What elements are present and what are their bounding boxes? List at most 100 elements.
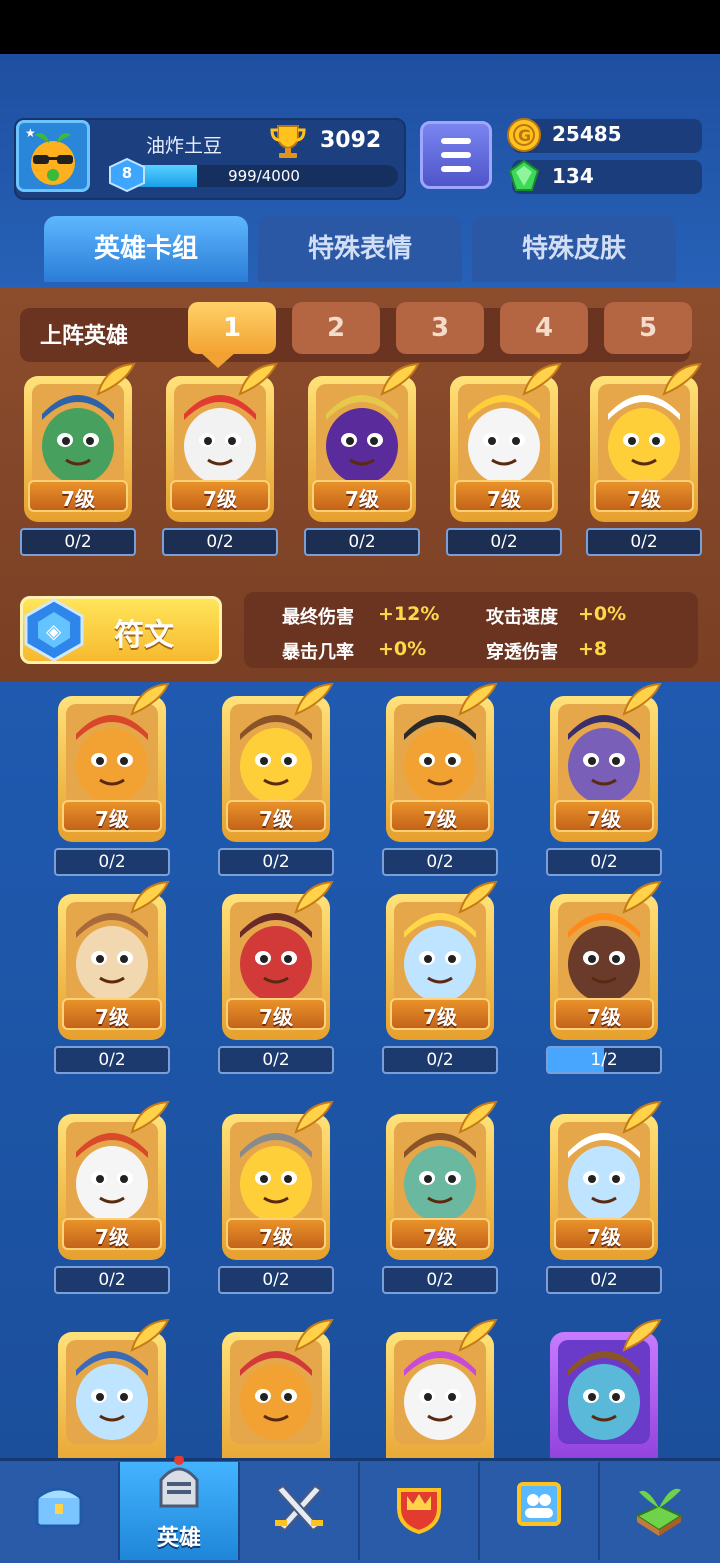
stat-label-crit-chance: 暴击几率 bbox=[282, 642, 354, 663]
card-level: 7级 bbox=[95, 807, 129, 831]
card-progress-text: 0/2 bbox=[348, 532, 376, 552]
card-progress-text: 1/2 bbox=[590, 1050, 618, 1070]
svg-text:G: G bbox=[518, 126, 531, 145]
hero-card-zeus-hero[interactable]: 7级 0/2 bbox=[380, 880, 500, 1074]
deck-slot-2[interactable]: 2 bbox=[292, 302, 380, 354]
card-progress-text: 0/2 bbox=[98, 1050, 126, 1070]
hero-card-clown-hero[interactable]: 7级 0/2 bbox=[160, 362, 280, 556]
gem-count: 134 bbox=[552, 164, 594, 188]
monkey-king-hero-portrait-icon bbox=[66, 704, 158, 808]
gold-leaf-ornament-icon bbox=[294, 1318, 334, 1352]
nav-item-knight-helmet[interactable]: 英雄 bbox=[120, 1456, 238, 1560]
gold-leaf-ornament-icon bbox=[294, 1100, 334, 1134]
gold-leaf-ornament-icon bbox=[458, 1100, 498, 1134]
nav-divider bbox=[238, 1462, 240, 1560]
gold-leaf-ornament-icon bbox=[622, 1318, 662, 1352]
card-level: 7级 bbox=[423, 1005, 457, 1029]
menu-icon-line bbox=[441, 166, 471, 172]
card-level: 7级 bbox=[587, 807, 621, 831]
card-level: 7级 bbox=[203, 487, 237, 511]
gold-leaf-ornament-icon bbox=[380, 362, 420, 396]
hero-card-cowboy-hero[interactable]: 7级 0/2 bbox=[216, 682, 336, 876]
spartan-hero-portrait-icon bbox=[230, 1340, 322, 1444]
trophy-count: 3092 bbox=[320, 128, 382, 153]
gold-leaf-ornament-icon bbox=[130, 880, 170, 914]
nav-divider bbox=[598, 1462, 600, 1560]
gold-leaf-ornament-icon bbox=[294, 682, 334, 716]
gem-icon bbox=[508, 159, 540, 191]
card-level: 7级 bbox=[345, 487, 379, 511]
hero-card-ninja-hero[interactable]: 7级 0/2 bbox=[380, 682, 500, 876]
bandit-hero-portrait-icon bbox=[394, 1122, 486, 1226]
card-level: 7级 bbox=[587, 1005, 621, 1029]
hero-card-minotaur-hero[interactable]: 7级 0/2 bbox=[52, 880, 172, 1074]
hero-card-magma-golem-hero[interactable]: 7级 1/2 bbox=[544, 880, 664, 1074]
player-name: 油炸土豆 bbox=[146, 135, 223, 157]
card-level: 7级 bbox=[95, 1225, 129, 1249]
hero-card-detective-hero[interactable]: 7级 0/2 bbox=[216, 880, 336, 1074]
hero-card-assassin-hero[interactable]: 7级 0/2 bbox=[52, 1100, 172, 1294]
gold-leaf-ornament-icon bbox=[294, 880, 334, 914]
tab-hero-deck[interactable]: 英雄卡组 bbox=[44, 216, 248, 282]
hero-card-chef-hero[interactable]: 7级 0/2 bbox=[584, 362, 704, 556]
gold-leaf-ornament-icon bbox=[238, 362, 278, 396]
hero-card-ghost-hero[interactable]: 7级 0/2 bbox=[444, 362, 564, 556]
menu-button[interactable] bbox=[420, 121, 492, 189]
treasure-chest-icon bbox=[35, 1487, 83, 1528]
card-level: 7级 bbox=[259, 1225, 293, 1249]
hero-card-mage-hero[interactable]: 7级 0/2 bbox=[302, 362, 422, 556]
nav-item-shield-crown[interactable] bbox=[360, 1462, 478, 1560]
nav-divider bbox=[358, 1462, 360, 1560]
skull-hero-portrait-icon bbox=[394, 1340, 486, 1444]
clown-hero-portrait-icon bbox=[174, 384, 266, 488]
chef-hero-portrait-icon bbox=[598, 384, 690, 488]
stat-label-pierce-damage: 穿透伤害 bbox=[486, 642, 558, 663]
stat-label-attack-speed: 攻击速度 bbox=[486, 607, 558, 628]
cowboy-hero-portrait-icon bbox=[230, 704, 322, 808]
hero-card-yeti-hero[interactable]: 7级 0/2 bbox=[544, 1100, 664, 1294]
deck-label: 上阵英雄 bbox=[40, 324, 129, 349]
gold-leaf-ornament-icon bbox=[622, 1100, 662, 1134]
tab-special-skins[interactable]: 特殊皮肤 bbox=[472, 216, 676, 282]
deck-slot-3[interactable]: 3 bbox=[396, 302, 484, 354]
knight-helmet-icon bbox=[159, 1456, 199, 1508]
nav-item-treasure-chest[interactable] bbox=[0, 1462, 118, 1560]
nav-item-crossed-swords[interactable] bbox=[240, 1462, 358, 1560]
hero-card-octopus-pirate-hero[interactable]: 7级 0/2 bbox=[544, 682, 664, 876]
trophy-icon bbox=[270, 125, 306, 158]
card-progress-text: 0/2 bbox=[590, 852, 618, 872]
coin-count: 25485 bbox=[552, 122, 622, 146]
team-banner-icon bbox=[517, 1482, 561, 1526]
avatar[interactable]: ★ bbox=[16, 120, 90, 192]
gold-leaf-ornament-icon bbox=[458, 880, 498, 914]
deck-slot-1[interactable]: 1 bbox=[188, 302, 276, 354]
magma-golem-hero-portrait-icon bbox=[558, 902, 650, 1006]
card-level: 7级 bbox=[259, 1005, 293, 1029]
epic-hero-portrait-icon bbox=[558, 1340, 650, 1444]
yeti-hero-portrait-icon bbox=[558, 1122, 650, 1226]
zeus-hero-portrait-icon bbox=[394, 902, 486, 1006]
hero-card-monkey-king-hero[interactable]: 7级 0/2 bbox=[52, 682, 172, 876]
deck-slot-5[interactable]: 5 bbox=[604, 302, 692, 354]
nav-label: 英雄 bbox=[156, 1526, 201, 1551]
nav-item-team-banner[interactable] bbox=[480, 1462, 598, 1560]
detective-hero-portrait-icon bbox=[230, 902, 322, 1006]
nav-item-sprout-island[interactable] bbox=[600, 1462, 718, 1560]
card-level: 7级 bbox=[423, 1225, 457, 1249]
card-progress-text: 0/2 bbox=[630, 532, 658, 552]
gold-leaf-ornament-icon bbox=[622, 682, 662, 716]
assassin-hero-portrait-icon bbox=[66, 1122, 158, 1226]
hero-card-knight-hero[interactable]: 7级 0/2 bbox=[216, 1100, 336, 1294]
card-level: 7级 bbox=[95, 1005, 129, 1029]
card-level: 7级 bbox=[423, 807, 457, 831]
tab-special-emotes[interactable]: 特殊表情 bbox=[258, 216, 462, 282]
card-progress-text: 0/2 bbox=[98, 1270, 126, 1290]
ninja-hero-portrait-icon bbox=[394, 704, 486, 808]
potato-avatar-icon: ★ bbox=[25, 126, 75, 185]
hero-card-police-hero[interactable]: 7级 0/2 bbox=[18, 362, 138, 556]
svg-text:◈: ◈ bbox=[46, 619, 62, 643]
deck-slot-4[interactable]: 4 bbox=[500, 302, 588, 354]
gold-leaf-ornament-icon bbox=[130, 1100, 170, 1134]
stat-value-attack-speed: +0% bbox=[578, 603, 627, 625]
hero-card-bandit-hero[interactable]: 7级 0/2 bbox=[380, 1100, 500, 1294]
